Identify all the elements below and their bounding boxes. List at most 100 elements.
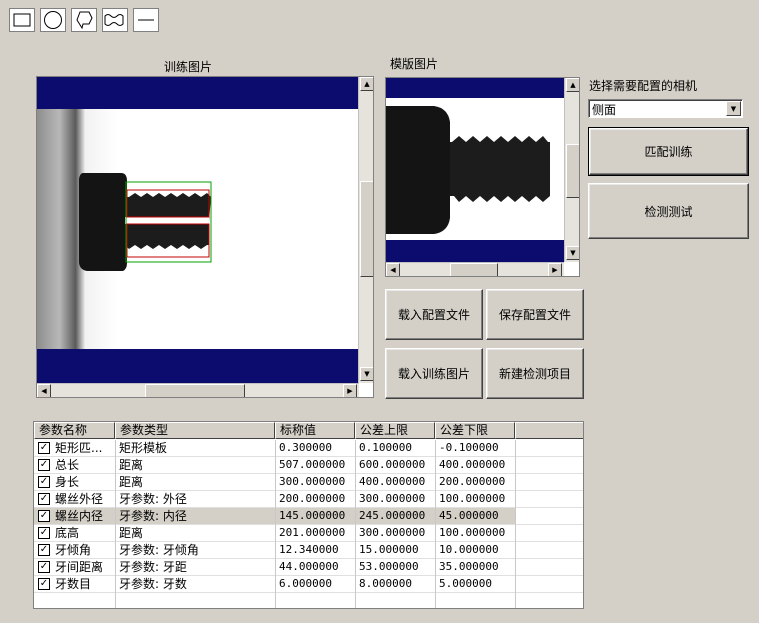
- table-cell-type: 牙参数: 牙倾角: [115, 542, 275, 558]
- cell-lower: 100.000000: [439, 492, 506, 505]
- table-cell-name: ✓ 总长: [34, 457, 115, 473]
- train-image-canvas[interactable]: [37, 77, 359, 383]
- column-header-type[interactable]: 参数类型: [115, 422, 275, 439]
- new-detect-item-button[interactable]: 新建检测项目: [486, 348, 584, 399]
- table-row[interactable]: ✓ 矩形匹... 矩形模板 0.300000 0.100000 -0.100000: [34, 440, 583, 457]
- template-image-canvas[interactable]: [386, 78, 564, 262]
- table-cell-name: ✓ 身长: [34, 474, 115, 490]
- table-row[interactable]: ✓ 牙倾角 牙参数: 牙倾角 12.340000 15.000000 10.000000: [34, 542, 583, 559]
- column-header-spacer: [515, 422, 583, 439]
- column-header-nominal[interactable]: 标称值: [275, 422, 355, 439]
- cell-upper: 300.000000: [359, 492, 426, 505]
- line-tool-icon[interactable]: [133, 8, 159, 32]
- scroll-right-arrow-icon[interactable]: ▶: [343, 384, 357, 397]
- column-header-upper[interactable]: 公差上限: [355, 422, 435, 439]
- row-checkbox[interactable]: ✓: [38, 561, 50, 573]
- template-vertical-scrollbar[interactable]: ▲ ▼: [564, 78, 579, 262]
- detect-test-button[interactable]: 检测测试: [588, 183, 749, 239]
- chevron-down-icon[interactable]: ▼: [726, 101, 741, 116]
- table-row[interactable]: ✓ 牙间距离 牙参数: 牙距 44.000000 53.000000 35.000000: [34, 559, 583, 576]
- column-header-name[interactable]: 参数名称: [34, 422, 115, 439]
- table-cell-name: ✓ 螺丝内径: [34, 508, 115, 524]
- row-checkbox[interactable]: ✓: [38, 459, 50, 471]
- save-config-button[interactable]: 保存配置文件: [486, 289, 584, 340]
- scroll-down-arrow-icon[interactable]: ▼: [360, 367, 373, 381]
- table-cell-nominal: 201.000000: [275, 525, 355, 541]
- cell-lower: 5.000000: [439, 577, 492, 590]
- table-cell-name: ✓ 底高: [34, 525, 115, 541]
- cell-type: 矩形模板: [119, 441, 168, 455]
- row-checkbox[interactable]: ✓: [38, 476, 50, 488]
- polygon-tool-icon[interactable]: [71, 8, 97, 32]
- cell-type: 牙参数: 内径: [119, 509, 187, 523]
- table-row[interactable]: ✓ 身长 距离 300.000000 400.000000 200.000000: [34, 474, 583, 491]
- template-image-view[interactable]: ▲ ▼ ◀ ▶: [385, 77, 580, 277]
- table-cell-lower: 100.000000: [435, 491, 515, 507]
- cell-name: 底高: [55, 526, 80, 540]
- table-row[interactable]: ✓ 螺丝内径 牙参数: 内径 145.000000 245.000000 45.00000…: [34, 508, 583, 525]
- cell-lower: 10.000000: [439, 543, 499, 556]
- scroll-thumb[interactable]: [566, 144, 579, 198]
- scroll-left-arrow-icon[interactable]: ◀: [37, 384, 51, 397]
- cell-type: 牙参数: 牙倾角: [119, 543, 199, 557]
- row-checkbox[interactable]: ✓: [38, 510, 50, 522]
- scroll-left-arrow-icon[interactable]: ◀: [386, 263, 400, 276]
- load-config-button[interactable]: 载入配置文件: [385, 289, 483, 340]
- table-cell-nominal: 44.000000: [275, 559, 355, 575]
- table-cell-lower: 5.000000: [435, 576, 515, 592]
- table-cell-type: 牙参数: 内径: [115, 508, 275, 524]
- rectangle-tool-icon[interactable]: [9, 8, 35, 32]
- cell-lower: 45.000000: [439, 509, 499, 522]
- scroll-up-arrow-icon[interactable]: ▲: [360, 77, 373, 91]
- circle-tool-icon[interactable]: [40, 8, 66, 32]
- row-checkbox[interactable]: ✓: [38, 578, 50, 590]
- scroll-right-arrow-icon[interactable]: ▶: [548, 263, 562, 276]
- train-vertical-scrollbar[interactable]: ▲ ▼: [358, 77, 373, 383]
- table-row[interactable]: ✓ 底高 距离 201.000000 300.000000 100.000000: [34, 525, 583, 542]
- train-image-title: 训练图片: [164, 60, 213, 74]
- template-horizontal-scrollbar[interactable]: ◀ ▶: [386, 262, 564, 276]
- table-row[interactable]: ✓ 总长 距离 507.000000 600.000000 400.000000: [34, 457, 583, 474]
- table-cell-name: ✓ 矩形匹...: [34, 440, 115, 456]
- row-checkbox[interactable]: ✓: [38, 527, 50, 539]
- cell-lower: 100.000000: [439, 526, 506, 539]
- match-train-button[interactable]: 匹配训练: [588, 127, 749, 176]
- wave-tool-icon[interactable]: [102, 8, 128, 32]
- cell-lower: 35.000000: [439, 560, 499, 573]
- scroll-thumb[interactable]: [145, 384, 245, 397]
- camera-select-label: 选择需要配置的相机: [589, 79, 698, 93]
- cell-upper: 245.000000: [359, 509, 426, 522]
- row-checkbox[interactable]: ✓: [38, 442, 50, 454]
- cell-nominal: 300.000000: [279, 475, 346, 488]
- scroll-thumb[interactable]: [360, 181, 373, 277]
- table-row[interactable]: ✓ 螺丝外径 牙参数: 外径 200.000000 300.000000 100.0000…: [34, 491, 583, 508]
- table-cell-type: 距离: [115, 474, 275, 490]
- table-row[interactable]: ✓ 牙数目 牙参数: 牙数 6.000000 8.000000 5.000000: [34, 576, 583, 593]
- row-checkbox[interactable]: ✓: [38, 544, 50, 556]
- scroll-down-arrow-icon[interactable]: ▼: [566, 246, 579, 260]
- train-image-view[interactable]: ▲ ▼ ◀ ▶: [36, 76, 374, 398]
- cell-lower: 400.000000: [439, 458, 506, 471]
- column-header-lower[interactable]: 公差下限: [435, 422, 515, 439]
- table-cell-lower: 200.000000: [435, 474, 515, 490]
- template-screw-thread: [452, 136, 550, 202]
- row-checkbox[interactable]: ✓: [38, 493, 50, 505]
- cell-lower: -0.100000: [439, 441, 499, 454]
- cell-type: 牙参数: 外径: [119, 492, 187, 506]
- scroll-thumb[interactable]: [450, 263, 498, 276]
- camera-select[interactable]: 侧面 ▼: [588, 99, 743, 118]
- scroll-up-arrow-icon[interactable]: ▲: [566, 78, 579, 92]
- parameter-table[interactable]: 参数名称 参数类型 标称值 公差上限 公差下限 ✓ 矩形匹... 矩形模板 0.300…: [33, 421, 584, 609]
- table-cell-upper: 300.000000: [355, 525, 435, 541]
- table-cell-upper: 8.000000: [355, 576, 435, 592]
- cell-type: 牙参数: 牙数: [119, 577, 187, 591]
- cell-upper: 600.000000: [359, 458, 426, 471]
- table-cell-lower: -0.100000: [435, 440, 515, 456]
- cell-type: 牙参数: 牙距: [119, 560, 187, 574]
- load-train-image-button[interactable]: 载入训练图片: [385, 348, 483, 399]
- table-cell-upper: 600.000000: [355, 457, 435, 473]
- train-horizontal-scrollbar[interactable]: ◀ ▶: [37, 383, 359, 397]
- table-cell-nominal: 12.340000: [275, 542, 355, 558]
- cell-upper: 0.100000: [359, 441, 412, 454]
- template-screw-head: [386, 106, 450, 234]
